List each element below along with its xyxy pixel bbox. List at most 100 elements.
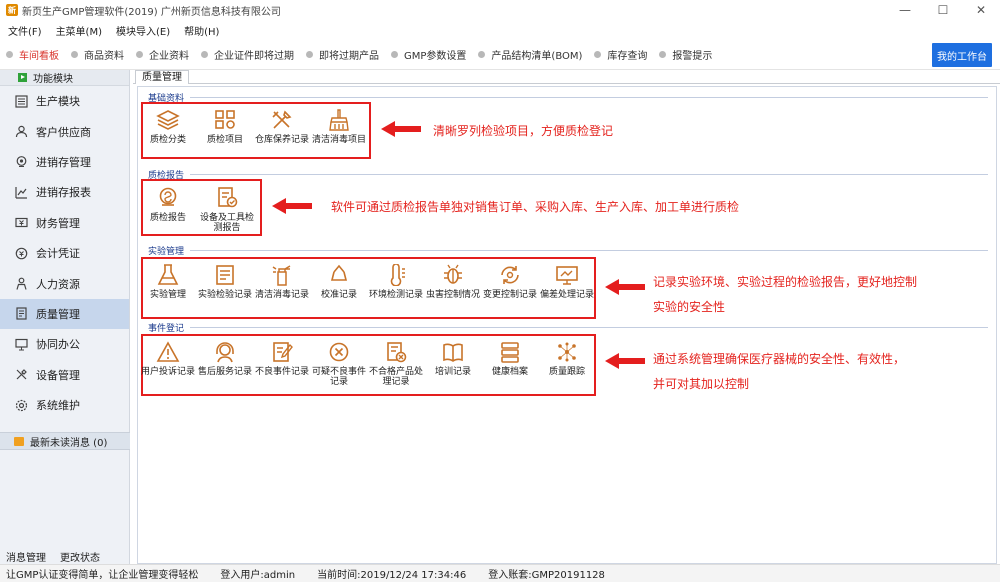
document-x-icon — [383, 340, 409, 364]
dot-icon — [594, 51, 602, 58]
coin-icon — [14, 246, 28, 260]
gear-icon — [14, 398, 28, 412]
dot-icon — [478, 51, 486, 58]
maximize-button[interactable]: ☐ — [924, 0, 962, 20]
menu-main[interactable]: 主菜单(M) — [56, 23, 102, 38]
icon-nonconforming-product[interactable]: 不合格产品处理记录 — [367, 340, 425, 387]
quick-bom[interactable]: 产品结构清单(BOM) — [478, 47, 582, 62]
title-bar: 新 新页生产GMP管理软件(2019) 广州新页信息科技有限公司 — ☐ ✕ — [0, 0, 1000, 20]
icon-environment-record[interactable]: 环境检测记录 — [367, 263, 425, 300]
quick-workshop-board[interactable]: 车间看板 — [6, 47, 59, 62]
annotation-basic: 清晰罗列检验项目，方便质检登记 — [433, 124, 614, 138]
icon-cleaning-record[interactable]: 清洁消毒记录 — [253, 263, 311, 300]
dot-icon — [71, 51, 78, 58]
flask-icon — [155, 263, 181, 287]
quick-gmp-settings[interactable]: GMP参数设置 — [391, 47, 466, 62]
icon-lab-test-record[interactable]: 实验检验记录 — [196, 263, 254, 300]
icon-suspected-adverse-event[interactable]: 可疑不良事件记录 — [310, 340, 368, 387]
grid-icon — [212, 108, 238, 132]
minimize-button[interactable]: — — [886, 0, 924, 20]
my-workbench-button[interactable]: 我的工作台 — [932, 43, 992, 67]
status-slogan: 让GMP认证变得简单，让企业管理变得轻松 — [6, 570, 199, 581]
arrow-left-icon — [605, 279, 645, 295]
icon-qc-category[interactable]: 质检分类 — [139, 108, 197, 145]
annotation-events-line2: 并可对其加以控制 — [653, 377, 750, 391]
quick-product-expiring[interactable]: 即将过期产品 — [306, 47, 379, 62]
book-icon — [440, 340, 466, 364]
tab-quality[interactable]: 质量管理 — [135, 70, 189, 84]
sidebar-item-inventory[interactable]: 进销存管理 — [0, 147, 129, 177]
arrow-left-icon — [381, 121, 421, 137]
menu-help[interactable]: 帮助(H) — [184, 23, 219, 38]
sidebar-item-equipment[interactable]: 设备管理 — [0, 360, 129, 390]
dot-icon — [659, 51, 667, 58]
menu-file[interactable]: 文件(F) — [8, 23, 42, 38]
section-events: 事件登记 — [148, 320, 988, 334]
unread-messages[interactable]: 最新未读消息 (0) — [0, 432, 130, 450]
quick-stock-query[interactable]: 库存查询 — [594, 47, 647, 62]
menu-module-import[interactable]: 模块导入(E) — [116, 23, 170, 38]
money-icon — [14, 216, 28, 230]
tab-bar: 质量管理 — [133, 70, 1000, 84]
icon-qc-report[interactable]: 质检报告 — [139, 186, 197, 223]
icon-health-record[interactable]: 健康档案 — [481, 340, 539, 377]
icon-pest-control[interactable]: 虫害控制情况 — [424, 263, 482, 300]
monitor-icon — [14, 337, 28, 351]
dot-icon — [306, 51, 313, 58]
dot-icon — [6, 51, 13, 58]
broom-icon — [326, 108, 352, 132]
quick-company-info[interactable]: 企业资料 — [136, 47, 189, 62]
medal-icon — [14, 155, 28, 169]
icon-warehouse-maintenance[interactable]: 仓库保养记录 — [253, 108, 311, 145]
status-account: 登入账套:GMP20191128 — [488, 570, 605, 581]
icon-qc-item[interactable]: 质检项目 — [196, 108, 254, 145]
sidebar-item-office[interactable]: 协同办公 — [0, 329, 129, 359]
layers-icon — [155, 108, 181, 132]
window-title: 新页生产GMP管理软件(2019) 广州新页信息科技有限公司 — [22, 6, 281, 18]
arrow-left-icon — [605, 353, 645, 369]
icon-adverse-event[interactable]: 不良事件记录 — [253, 340, 311, 377]
message-manage-link[interactable]: 消息管理 — [6, 549, 46, 564]
quick-cert-expiring[interactable]: 企业证件即将过期 — [201, 47, 294, 62]
change-status-link[interactable]: 更改状态 — [60, 549, 100, 564]
icon-calibration-record[interactable]: 校准记录 — [310, 263, 368, 300]
x-circle-icon — [326, 340, 352, 364]
quick-product-info[interactable]: 商品资料 — [71, 47, 124, 62]
icon-equipment-test-report[interactable]: 设备及工具检测报告 — [198, 186, 256, 233]
headset-icon — [212, 340, 238, 364]
sidebar-item-quality[interactable]: 质量管理 — [0, 298, 129, 330]
icon-after-sales-record[interactable]: 售后服务记录 — [196, 340, 254, 377]
close-button[interactable]: ✕ — [962, 0, 1000, 20]
icon-lab-manage[interactable]: 实验管理 — [139, 263, 197, 300]
annotation-report: 软件可通过质检报告单独对销售订单、采购入库、生产入库、加工单进行质检 — [331, 200, 740, 214]
sidebar-item-customer-supplier[interactable]: 客户供应商 — [0, 116, 129, 146]
document-icon — [14, 307, 28, 321]
icon-change-control[interactable]: 变更控制记录 — [481, 263, 539, 300]
section-qc-report: 质检报告 — [148, 167, 988, 181]
quick-alarm[interactable]: 报警提示 — [659, 47, 712, 62]
status-user: 登入用户:admin — [220, 570, 296, 581]
edit-document-icon — [269, 340, 295, 364]
sidebar-item-hr[interactable]: 人力资源 — [0, 268, 129, 298]
annotation-events-line1: 通过系统管理确保医疗器械的安全性、有效性， — [653, 352, 906, 366]
refresh-icon — [497, 263, 523, 287]
status-time: 当前时间:2019/12/24 17:34:46 — [317, 570, 467, 581]
icon-cleaning-item[interactable]: 清洁消毒项目 — [310, 108, 368, 145]
sidebar-item-finance[interactable]: 财务管理 — [0, 208, 129, 238]
app-logo-icon: 新 — [6, 4, 18, 16]
main-content: 基础资料 质检分类 质检项目 仓库保养记录 清洁消毒项目 质检报告 质检报告 设… — [137, 86, 997, 564]
arrow-left-icon — [272, 198, 312, 214]
seal-icon — [155, 186, 181, 210]
sidebar-item-production[interactable]: 生产模块 — [0, 86, 129, 116]
report-check-icon — [214, 186, 240, 210]
user-icon — [14, 125, 28, 139]
sidebar-item-voucher[interactable]: 会计凭证 — [0, 238, 129, 268]
icon-deviation-record[interactable]: 偏差处理记录 — [538, 263, 596, 300]
icon-complaint-record[interactable]: 用户投诉记录 — [139, 340, 197, 377]
sidebar-item-system[interactable]: 系统维护 — [0, 390, 129, 420]
icon-training-record[interactable]: 培训记录 — [424, 340, 482, 377]
sidebar-item-inventory-report[interactable]: 进销存报表 — [0, 177, 129, 207]
icon-quality-tracking[interactable]: 质量跟踪 — [538, 340, 596, 377]
thermometer-icon — [383, 263, 409, 287]
database-icon — [497, 340, 523, 364]
